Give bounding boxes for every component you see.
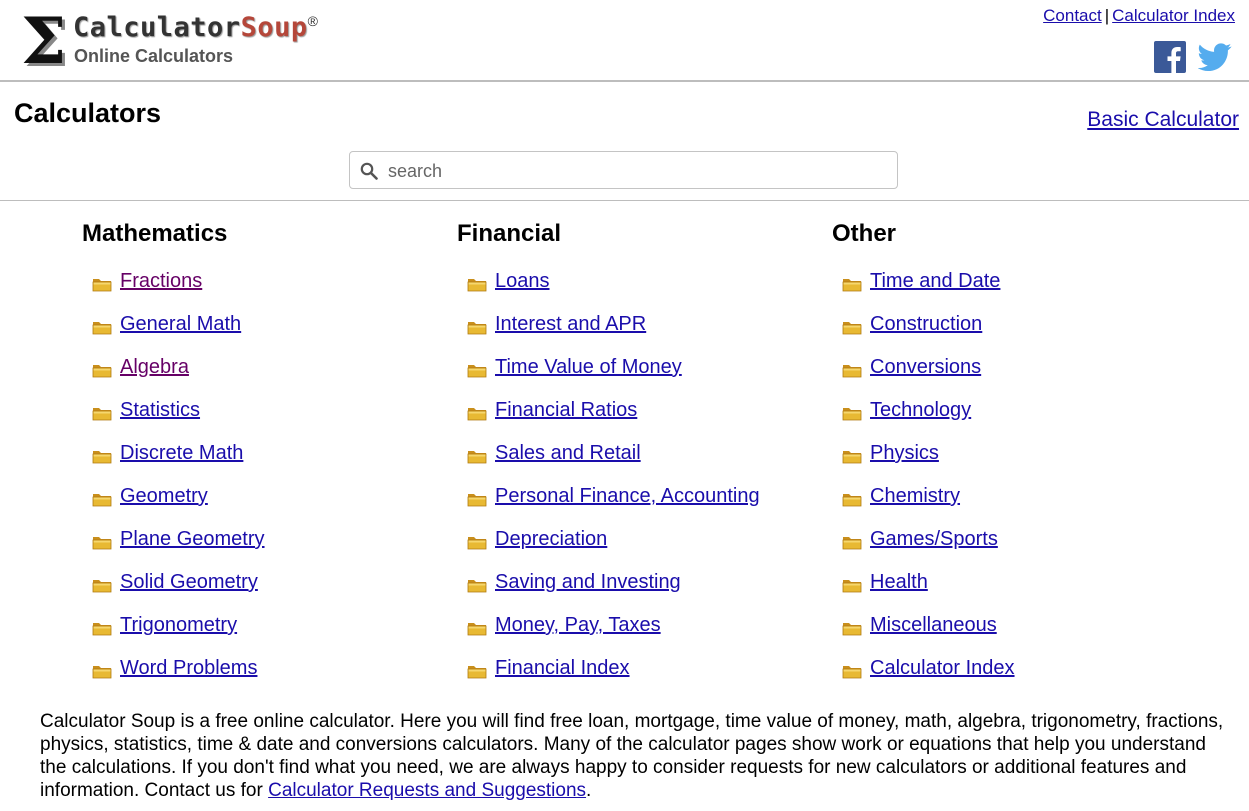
link-statistics[interactable]: Statistics <box>120 399 200 422</box>
folder-icon <box>842 276 862 292</box>
link-solid-geometry[interactable]: Solid Geometry <box>120 571 258 594</box>
mathematics-column: Mathematics Fractions General Math Algeb… <box>82 218 442 679</box>
other-column: Other Time and Date Construction Convers… <box>832 218 1192 679</box>
category-heading-financial: Financial <box>457 220 562 247</box>
folder-icon <box>842 362 862 378</box>
site-description-end: . <box>586 780 592 801</box>
top-links: Contact | Calculator Index <box>1043 6 1235 26</box>
financial-column: Financial Loans Interest and APR Time Va… <box>457 218 817 679</box>
calculator-index-link[interactable]: Calculator Index <box>1112 6 1235 25</box>
logo-title-calculator: Calculator <box>73 12 241 43</box>
svg-text:Σ: Σ <box>21 8 66 74</box>
link-plane-geometry[interactable]: Plane Geometry <box>120 528 265 551</box>
search-box[interactable] <box>349 151 898 189</box>
link-word-problems[interactable]: Word Problems <box>120 657 257 680</box>
folder-icon <box>842 620 862 636</box>
site-description-text: Calculator Soup is a free online calcula… <box>40 711 1224 801</box>
folder-icon <box>92 620 112 636</box>
link-trigonometry[interactable]: Trigonometry <box>120 614 237 637</box>
folder-icon <box>467 319 487 335</box>
link-games-sports[interactable]: Games/Sports <box>870 528 998 551</box>
site-description: Calculator Soup is a free online calcula… <box>40 710 1225 802</box>
folder-icon <box>467 448 487 464</box>
folder-icon <box>842 534 862 550</box>
link-separator: | <box>1104 6 1110 25</box>
search-input[interactable] <box>386 154 890 188</box>
folder-icon <box>92 362 112 378</box>
divider <box>0 200 1249 201</box>
folder-icon <box>842 319 862 335</box>
folder-icon <box>842 663 862 679</box>
calculator-requests-link[interactable]: Calculator Requests and Suggestions <box>268 780 586 801</box>
folder-icon <box>92 319 112 335</box>
folder-icon <box>467 577 487 593</box>
folder-icon <box>842 577 862 593</box>
link-sales-and-retail[interactable]: Sales and Retail <box>495 442 641 465</box>
site-header: Σ Σ CalculatorSoup® Online Calculators C… <box>0 0 1249 82</box>
link-fractions[interactable]: Fractions <box>120 270 202 293</box>
folder-icon <box>467 534 487 550</box>
link-time-value-of-money[interactable]: Time Value of Money <box>495 356 682 379</box>
contact-link[interactable]: Contact <box>1043 6 1102 25</box>
link-personal-finance-accounting[interactable]: Personal Finance, Accounting <box>495 485 760 508</box>
folder-icon <box>92 663 112 679</box>
link-geometry[interactable]: Geometry <box>120 485 208 508</box>
link-loans[interactable]: Loans <box>495 270 550 293</box>
folder-icon <box>467 405 487 421</box>
page-title: Calculators <box>14 98 162 128</box>
link-discrete-math[interactable]: Discrete Math <box>120 442 243 465</box>
search-icon <box>360 162 378 180</box>
link-health[interactable]: Health <box>870 571 928 594</box>
site-logo-title[interactable]: CalculatorSoup® <box>73 12 318 43</box>
folder-icon <box>467 362 487 378</box>
twitter-icon[interactable] <box>1198 40 1232 74</box>
folder-icon <box>92 534 112 550</box>
link-calculator-index[interactable]: Calculator Index <box>870 657 1015 680</box>
logo-title-soup: Soup <box>240 12 308 43</box>
folder-icon <box>92 491 112 507</box>
link-conversions[interactable]: Conversions <box>870 356 981 379</box>
folder-icon <box>92 448 112 464</box>
folder-icon <box>467 663 487 679</box>
link-miscellaneous[interactable]: Miscellaneous <box>870 614 997 637</box>
link-financial-index[interactable]: Financial Index <box>495 657 630 680</box>
link-money-pay-taxes[interactable]: Money, Pay, Taxes <box>495 614 661 637</box>
link-depreciation[interactable]: Depreciation <box>495 528 607 551</box>
link-general-math[interactable]: General Math <box>120 313 241 336</box>
link-technology[interactable]: Technology <box>870 399 971 422</box>
link-saving-and-investing[interactable]: Saving and Investing <box>495 571 681 594</box>
sigma-logo-icon[interactable]: Σ Σ <box>18 8 70 74</box>
folder-icon <box>92 276 112 292</box>
link-time-and-date[interactable]: Time and Date <box>870 270 1000 293</box>
logo-subtitle: Online Calculators <box>74 46 234 66</box>
link-algebra[interactable]: Algebra <box>120 356 189 379</box>
basic-calculator-link[interactable]: Basic Calculator <box>1087 108 1239 132</box>
category-heading-mathematics: Mathematics <box>82 220 228 247</box>
category-heading-other: Other <box>832 220 897 247</box>
folder-icon <box>467 491 487 507</box>
link-interest-and-apr[interactable]: Interest and APR <box>495 313 646 336</box>
folder-icon <box>842 405 862 421</box>
folder-icon <box>92 405 112 421</box>
registered-mark: ® <box>307 13 319 29</box>
link-physics[interactable]: Physics <box>870 442 939 465</box>
folder-icon <box>92 577 112 593</box>
folder-icon <box>467 276 487 292</box>
folder-icon <box>842 448 862 464</box>
facebook-icon[interactable] <box>1154 41 1186 73</box>
link-financial-ratios[interactable]: Financial Ratios <box>495 399 637 422</box>
link-chemistry[interactable]: Chemistry <box>870 485 960 508</box>
folder-icon <box>467 620 487 636</box>
folder-icon <box>842 491 862 507</box>
link-construction[interactable]: Construction <box>870 313 982 336</box>
